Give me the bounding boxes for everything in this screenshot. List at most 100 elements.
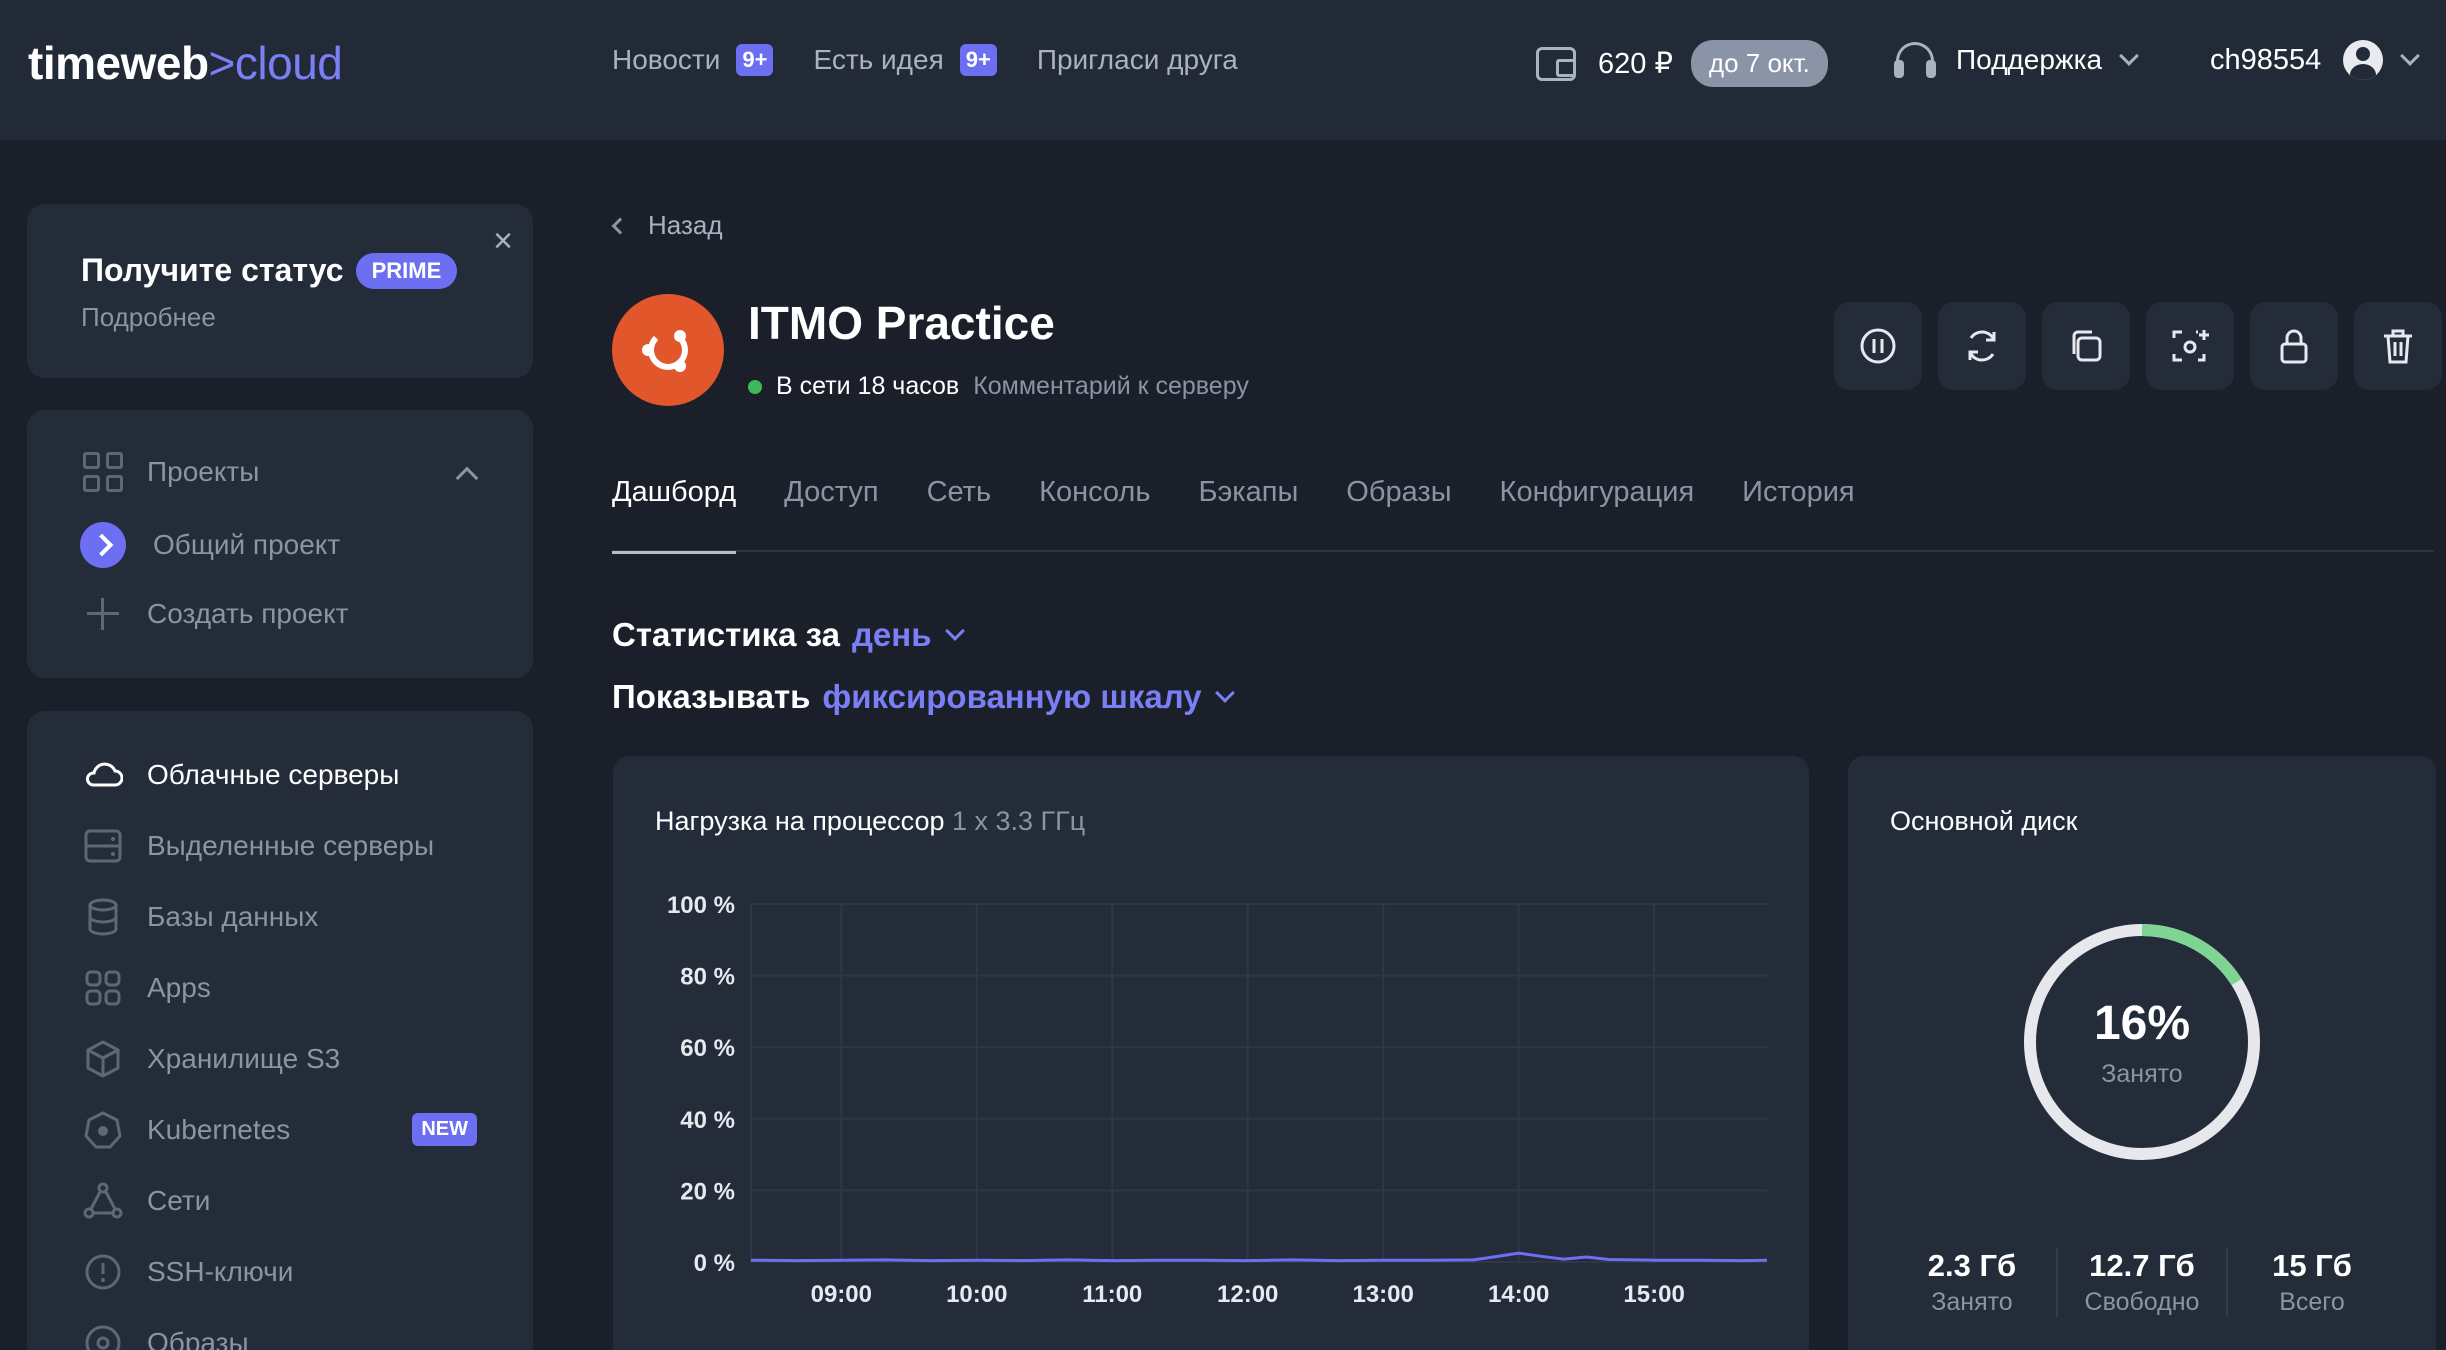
sidebar-item-label: Образы xyxy=(147,1327,249,1350)
logo-suffix: cloud xyxy=(234,37,343,89)
user-menu[interactable]: ch98554 xyxy=(2210,40,2421,80)
disk-stat-used: 2.3 Гб Занято xyxy=(1888,1248,2056,1317)
balance-amount: 620 ₽ xyxy=(1598,48,1673,80)
chevron-up-icon[interactable] xyxy=(455,466,479,490)
sidebar-item-label: Облачные серверы xyxy=(147,759,400,790)
disk-stats: 2.3 Гб Занято 12.7 Гб Свободно 15 Гб Все… xyxy=(1888,1248,2396,1317)
back-link[interactable]: Назад xyxy=(611,210,723,241)
cpu-series-line xyxy=(750,1251,1768,1263)
balance-until-badge: до 7 окт. xyxy=(1690,40,1828,87)
server-comment-link[interactable]: Комментарий к серверу xyxy=(973,372,1249,401)
project-item-current[interactable]: Общий проект xyxy=(80,522,341,568)
sidebar-item-images[interactable]: Образы xyxy=(83,1323,249,1350)
period-dropdown[interactable]: день xyxy=(852,616,932,654)
tab-access[interactable]: Доступ xyxy=(784,470,878,552)
sidebar-item-cloud-servers[interactable]: Облачные серверы xyxy=(83,755,399,795)
sidebar-item-label: Базы данных xyxy=(147,901,319,932)
trash-icon xyxy=(2384,329,2412,364)
gauge-percent: 16% xyxy=(2093,997,2191,1050)
chevron-down-icon xyxy=(2119,46,2139,66)
y-tick-label: 100 % xyxy=(667,892,735,919)
tab-configuration[interactable]: Конфигурация xyxy=(1500,470,1695,552)
nav-news-badge: 9+ xyxy=(736,44,774,76)
sidebar-item-ssh-keys[interactable]: SSH-ключи xyxy=(83,1252,293,1292)
lock-icon xyxy=(2280,329,2308,364)
nav-idea-label: Есть идея xyxy=(813,44,944,75)
pause-button[interactable] xyxy=(1834,302,1922,390)
sidebar-item-databases[interactable]: Базы данных xyxy=(83,897,318,937)
tab-images[interactable]: Образы xyxy=(1346,470,1451,552)
cloud-icon xyxy=(86,762,123,787)
x-tick-label: 12:00 xyxy=(1217,1281,1278,1308)
sidebar-item-apps[interactable]: Apps xyxy=(83,968,211,1008)
disk-stat-label: Свободно xyxy=(2084,1288,2200,1316)
promo-title: Получите статус PRIME xyxy=(81,252,458,289)
sidebar-item-kubernetes[interactable]: Kubernetes xyxy=(83,1110,290,1150)
y-tick-label: 80 % xyxy=(680,964,735,991)
clone-button[interactable] xyxy=(2042,302,2130,390)
create-project-button[interactable]: Создать проект xyxy=(83,594,348,634)
project-current-label: Общий проект xyxy=(153,529,341,560)
prime-badge: PRIME xyxy=(355,252,458,289)
sidebar-item-label: Apps xyxy=(147,972,211,1003)
reboot-button[interactable] xyxy=(1938,302,2026,390)
balance[interactable]: 620 ₽ до 7 окт. xyxy=(1536,40,1828,87)
sidebar-item-label: Сети xyxy=(147,1185,211,1216)
cube-icon xyxy=(86,1040,120,1078)
sidebar-item-s3[interactable]: Хранилище S3 xyxy=(83,1039,340,1079)
screenshot-icon xyxy=(2172,330,2209,362)
tab-console[interactable]: Консоль xyxy=(1039,470,1150,552)
disk-stat-label: Занято xyxy=(1931,1288,2013,1316)
tab-history[interactable]: История xyxy=(1742,470,1854,552)
disk-title: Основной диск xyxy=(1890,806,2078,836)
disk-panel: Основной диск 16% Занято 2.3 Гб Занято 1… xyxy=(1848,756,2436,1350)
promo-more-link[interactable]: Подробнее xyxy=(81,302,216,333)
support-label: Поддержка xyxy=(1956,44,2103,75)
disk-usage-gauge: 16% Занято xyxy=(2022,922,2262,1162)
chevron-down-icon[interactable] xyxy=(1214,683,1235,703)
wallet-icon xyxy=(1536,46,1576,81)
nav-idea[interactable]: Есть идея 9+ xyxy=(813,44,997,76)
disk-stat-value: 2.3 Гб xyxy=(1927,1248,2017,1283)
nav-invite-label: Пригласи друга xyxy=(1036,44,1238,75)
headset-icon xyxy=(1894,40,1936,80)
snapshot-button[interactable] xyxy=(2146,302,2234,390)
y-tick-label: 0 % xyxy=(694,1250,735,1277)
nav-news[interactable]: Новости 9+ xyxy=(612,44,774,76)
x-tick-label: 11:00 xyxy=(1082,1281,1142,1308)
ubuntu-logo-icon xyxy=(612,294,724,406)
projects-header[interactable]: Проекты xyxy=(83,452,259,492)
server-icon xyxy=(84,829,122,863)
pause-icon xyxy=(1860,328,1896,364)
prime-promo-card: Получите статус PRIME Подробнее × xyxy=(27,204,533,378)
sidebar-item-dedicated[interactable]: Выделенные серверы xyxy=(83,826,434,866)
server-status: В сети 18 часов Комментарий к серверу xyxy=(748,372,1249,401)
logo[interactable]: timeweb>cloud xyxy=(28,36,343,90)
sidebar-item-label: Kubernetes xyxy=(147,1114,291,1145)
tab-network[interactable]: Сеть xyxy=(927,470,992,552)
stats-scale: Показывать фиксированную шкалу xyxy=(612,678,1235,716)
key-icon xyxy=(85,1254,121,1290)
x-tick-label: 10:00 xyxy=(946,1281,1007,1308)
support-menu[interactable]: Поддержка xyxy=(1894,40,2139,80)
tab-backups[interactable]: Бэкапы xyxy=(1198,470,1298,552)
x-tick-label: 15:00 xyxy=(1623,1281,1684,1308)
lock-button[interactable] xyxy=(2250,302,2338,390)
logo-name: timeweb xyxy=(28,37,209,89)
new-badge: NEW xyxy=(412,1113,477,1146)
delete-button[interactable] xyxy=(2354,302,2442,390)
copy-icon xyxy=(2072,330,2102,362)
nav-invite[interactable]: Пригласи друга xyxy=(1037,44,1238,76)
image-icon xyxy=(85,1325,121,1350)
nav-news-label: Новости xyxy=(612,44,721,75)
logo-arrow: > xyxy=(208,37,236,89)
sidebar-item-networks[interactable]: Сети xyxy=(83,1181,210,1221)
y-tick-label: 40 % xyxy=(680,1107,735,1134)
close-icon[interactable]: × xyxy=(493,224,513,258)
scale-dropdown[interactable]: фиксированную шкалу xyxy=(822,678,1201,716)
tab-dashboard[interactable]: Дашборд xyxy=(612,470,737,554)
sidebar-item-label: Выделенные серверы xyxy=(147,830,435,861)
chevron-down-icon[interactable] xyxy=(944,621,965,641)
online-status-dot xyxy=(748,379,762,394)
sidebar-item-label: SSH-ключи xyxy=(147,1256,294,1287)
